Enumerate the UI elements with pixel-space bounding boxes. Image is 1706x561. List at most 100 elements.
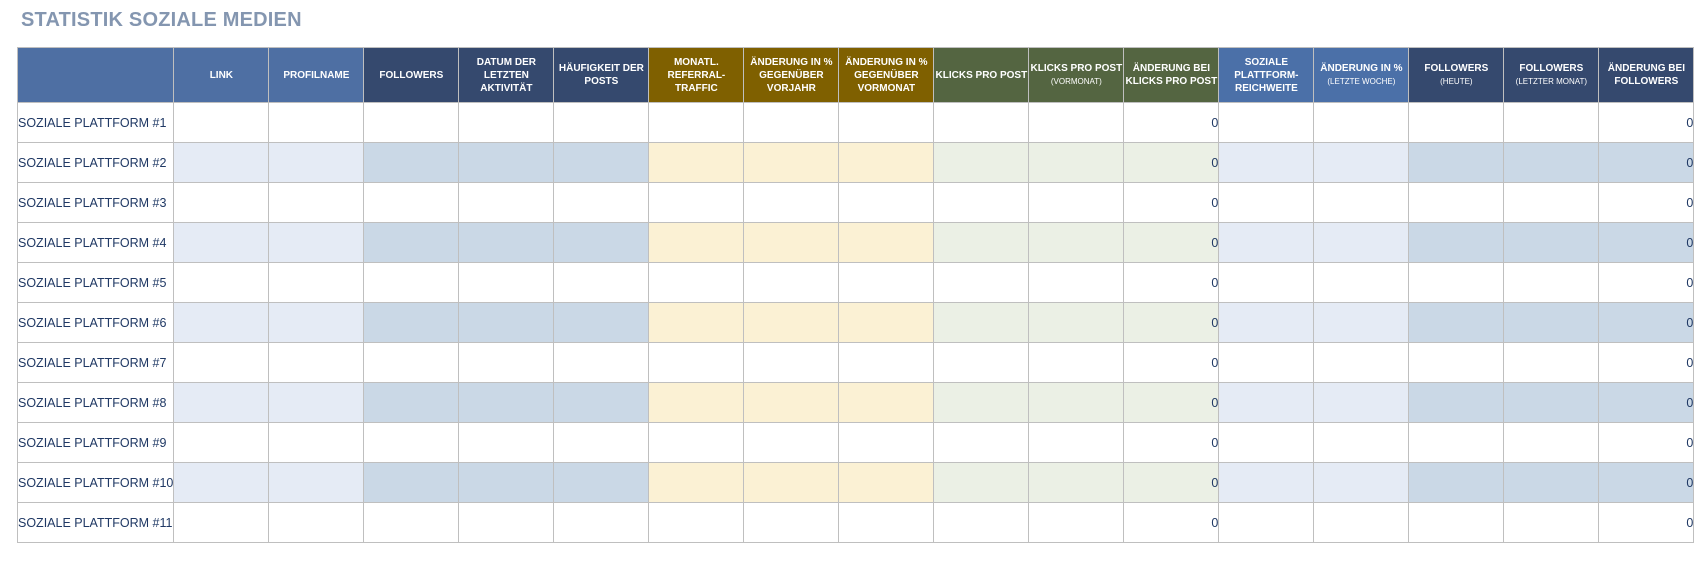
reichweite-cell[interactable] <box>1218 302 1315 343</box>
followers-heute-cell[interactable] <box>1408 382 1505 423</box>
aenderung-woche-cell[interactable] <box>1313 382 1410 423</box>
link-cell[interactable] <box>173 502 270 543</box>
header-link[interactable]: LINK <box>173 47 270 103</box>
header-followers-letzter-monat[interactable]: FOLLOWERS (LETZTER MONAT) <box>1503 47 1600 103</box>
datum-cell[interactable] <box>458 422 555 463</box>
aenderung-vorjahr-cell[interactable] <box>743 262 840 303</box>
referral-cell[interactable] <box>648 382 745 423</box>
datum-cell[interactable] <box>458 502 555 543</box>
datum-cell[interactable] <box>458 142 555 183</box>
platform-name-cell[interactable]: SOZIALE PLATTFORM #6 <box>16 302 175 343</box>
aenderung-klicks-cell[interactable]: 0 <box>1123 422 1220 463</box>
reichweite-cell[interactable] <box>1218 262 1315 303</box>
link-cell[interactable] <box>173 462 270 503</box>
link-cell[interactable] <box>173 222 270 263</box>
aenderung-woche-cell[interactable] <box>1313 422 1410 463</box>
reichweite-cell[interactable] <box>1218 382 1315 423</box>
link-cell[interactable] <box>173 262 270 303</box>
header-haeufigkeit-posts[interactable]: HÄUFIGKEIT DER POSTS <box>553 47 650 103</box>
aenderung-vormonat-cell[interactable] <box>838 222 935 263</box>
datum-cell[interactable] <box>458 302 555 343</box>
klicks-vormonat-cell[interactable] <box>1028 102 1125 143</box>
haeufigkeit-cell[interactable] <box>553 262 650 303</box>
followers-heute-cell[interactable] <box>1408 102 1505 143</box>
followers-monat-cell[interactable] <box>1503 382 1600 423</box>
platform-name-cell[interactable]: SOZIALE PLATTFORM #1 <box>16 102 175 143</box>
header-aenderung-followers[interactable]: ÄNDERUNG BEI FOLLOWERS <box>1598 47 1695 103</box>
haeufigkeit-cell[interactable] <box>553 222 650 263</box>
klicks-cell[interactable] <box>933 382 1030 423</box>
aenderung-klicks-cell[interactable]: 0 <box>1123 342 1220 383</box>
aenderung-klicks-cell[interactable]: 0 <box>1123 382 1220 423</box>
platform-name-cell[interactable]: SOZIALE PLATTFORM #4 <box>16 222 175 263</box>
aenderung-woche-cell[interactable] <box>1313 302 1410 343</box>
header-profilname[interactable]: PROFILNAME <box>268 47 365 103</box>
followers-monat-cell[interactable] <box>1503 262 1600 303</box>
aenderung-followers-cell[interactable]: 0 <box>1598 302 1695 343</box>
haeufigkeit-cell[interactable] <box>553 182 650 223</box>
datum-cell[interactable] <box>458 262 555 303</box>
followers-heute-cell[interactable] <box>1408 182 1505 223</box>
datum-cell[interactable] <box>458 222 555 263</box>
header-datum-letzte-aktivitaet[interactable]: DATUM DER LETZTEN AKTIVITÄT <box>458 47 555 103</box>
reichweite-cell[interactable] <box>1218 182 1315 223</box>
klicks-vormonat-cell[interactable] <box>1028 502 1125 543</box>
haeufigkeit-cell[interactable] <box>553 382 650 423</box>
aenderung-woche-cell[interactable] <box>1313 502 1410 543</box>
reichweite-cell[interactable] <box>1218 222 1315 263</box>
datum-cell[interactable] <box>458 462 555 503</box>
aenderung-klicks-cell[interactable]: 0 <box>1123 502 1220 543</box>
aenderung-followers-cell[interactable]: 0 <box>1598 422 1695 463</box>
followers-monat-cell[interactable] <box>1503 142 1600 183</box>
aenderung-woche-cell[interactable] <box>1313 182 1410 223</box>
followers-monat-cell[interactable] <box>1503 462 1600 503</box>
aenderung-klicks-cell[interactable]: 0 <box>1123 182 1220 223</box>
link-cell[interactable] <box>173 302 270 343</box>
haeufigkeit-cell[interactable] <box>553 302 650 343</box>
followers-monat-cell[interactable] <box>1503 422 1600 463</box>
header-reichweite[interactable]: SOZIALE PLATTFORM- REICHWEITE <box>1218 47 1315 103</box>
aenderung-followers-cell[interactable]: 0 <box>1598 142 1695 183</box>
aenderung-vormonat-cell[interactable] <box>838 102 935 143</box>
aenderung-vorjahr-cell[interactable] <box>743 382 840 423</box>
referral-cell[interactable] <box>648 182 745 223</box>
aenderung-klicks-cell[interactable]: 0 <box>1123 222 1220 263</box>
aenderung-vormonat-cell[interactable] <box>838 422 935 463</box>
followers-heute-cell[interactable] <box>1408 342 1505 383</box>
reichweite-cell[interactable] <box>1218 422 1315 463</box>
reichweite-cell[interactable] <box>1218 502 1315 543</box>
klicks-cell[interactable] <box>933 302 1030 343</box>
link-cell[interactable] <box>173 382 270 423</box>
followers-monat-cell[interactable] <box>1503 302 1600 343</box>
haeufigkeit-cell[interactable] <box>553 462 650 503</box>
aenderung-followers-cell[interactable]: 0 <box>1598 262 1695 303</box>
aenderung-followers-cell[interactable]: 0 <box>1598 342 1695 383</box>
followers-cell[interactable] <box>363 342 460 383</box>
aenderung-followers-cell[interactable]: 0 <box>1598 382 1695 423</box>
datum-cell[interactable] <box>458 342 555 383</box>
aenderung-vorjahr-cell[interactable] <box>743 462 840 503</box>
datum-cell[interactable] <box>458 102 555 143</box>
aenderung-woche-cell[interactable] <box>1313 262 1410 303</box>
profilname-cell[interactable] <box>268 182 365 223</box>
aenderung-vormonat-cell[interactable] <box>838 462 935 503</box>
profilname-cell[interactable] <box>268 382 365 423</box>
aenderung-followers-cell[interactable]: 0 <box>1598 502 1695 543</box>
followers-cell[interactable] <box>363 262 460 303</box>
platform-name-cell[interactable]: SOZIALE PLATTFORM #3 <box>16 182 175 223</box>
aenderung-woche-cell[interactable] <box>1313 222 1410 263</box>
aenderung-vormonat-cell[interactable] <box>838 302 935 343</box>
followers-monat-cell[interactable] <box>1503 102 1600 143</box>
followers-heute-cell[interactable] <box>1408 142 1505 183</box>
profilname-cell[interactable] <box>268 142 365 183</box>
followers-cell[interactable] <box>363 302 460 343</box>
link-cell[interactable] <box>173 142 270 183</box>
klicks-cell[interactable] <box>933 342 1030 383</box>
klicks-vormonat-cell[interactable] <box>1028 382 1125 423</box>
aenderung-vorjahr-cell[interactable] <box>743 142 840 183</box>
profilname-cell[interactable] <box>268 262 365 303</box>
aenderung-vormonat-cell[interactable] <box>838 382 935 423</box>
aenderung-vorjahr-cell[interactable] <box>743 182 840 223</box>
referral-cell[interactable] <box>648 502 745 543</box>
aenderung-klicks-cell[interactable]: 0 <box>1123 142 1220 183</box>
